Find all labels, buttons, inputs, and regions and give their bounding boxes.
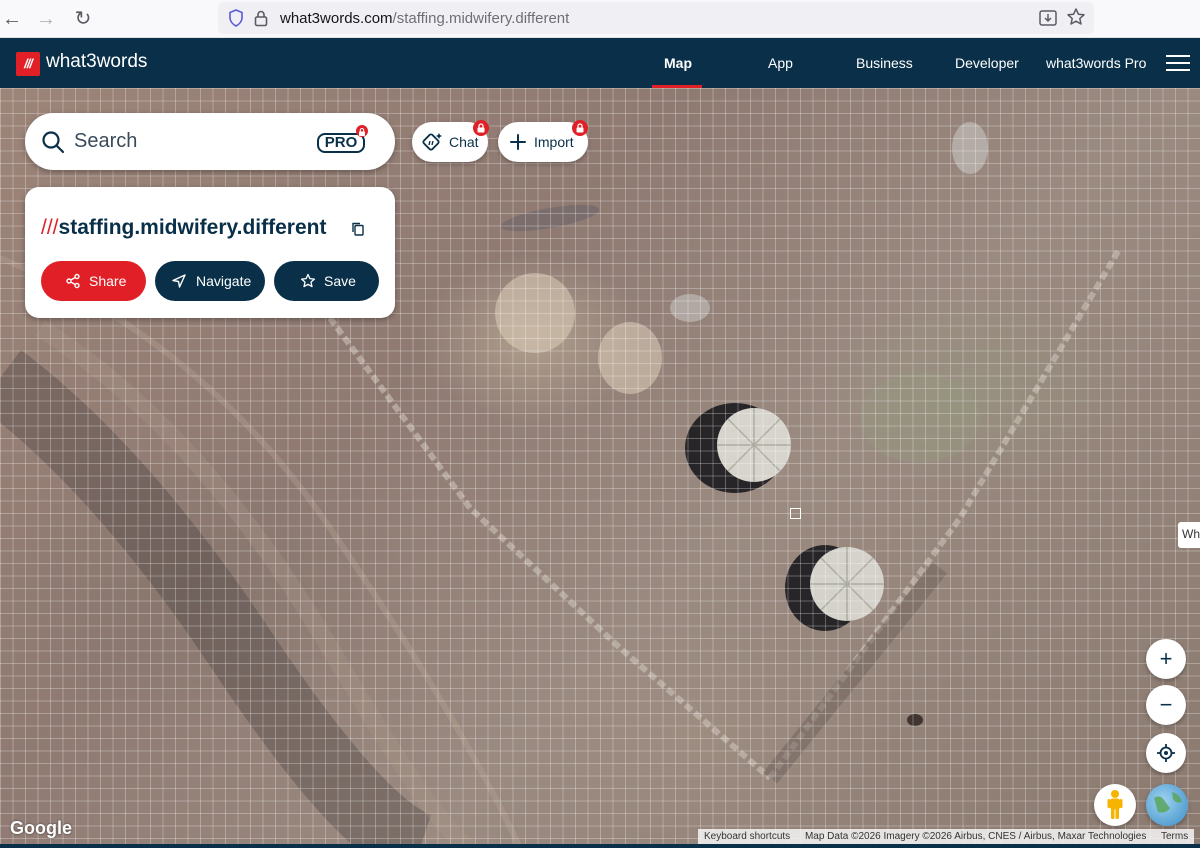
address-card: ///staffing.midwifery.different Share Na… <box>25 187 395 318</box>
chat-label: Chat <box>449 134 479 150</box>
search-bar[interactable]: Search PRO <box>25 113 395 170</box>
nav-app[interactable]: App <box>768 55 793 71</box>
url-path: /staffing.midwifery.different <box>392 10 570 27</box>
crosshair-icon <box>1157 744 1175 762</box>
forward-arrow-icon[interactable]: → <box>34 7 58 31</box>
hamburger-menu-icon[interactable] <box>1166 55 1190 71</box>
url-domain: what3words.com <box>280 10 393 27</box>
address-bar[interactable]: what3words.com/staffing.midwifery.differ… <box>218 2 1094 34</box>
map-attribution: Keyboard shortcuts Map Data ©2026 Imager… <box>698 829 1195 844</box>
save-label: Save <box>324 273 356 289</box>
zoom-in-button[interactable]: + <box>1146 639 1186 679</box>
my-location-button[interactable] <box>1146 733 1186 773</box>
import-lock-icon <box>572 120 588 136</box>
shield-icon[interactable] <box>228 9 244 27</box>
bottom-strip <box>0 844 1200 848</box>
nav-business[interactable]: Business <box>856 55 913 71</box>
pro-lock-icon <box>356 125 368 137</box>
globe-view-icon[interactable] <box>1146 784 1188 826</box>
plus-icon <box>510 134 526 150</box>
browser-toolbar: ← → ↻ what3words.com/staffing.midwifery.… <box>0 0 1200 38</box>
bookmark-star-icon[interactable] <box>1066 7 1086 27</box>
search-input[interactable]: Search <box>74 130 137 153</box>
selected-square <box>790 508 801 519</box>
logo-mark[interactable]: /// <box>16 52 40 76</box>
ai-chat-icon <box>422 133 442 151</box>
zoom-out-button[interactable]: − <box>1146 685 1186 725</box>
street-view-pegman-icon[interactable] <box>1094 784 1136 826</box>
share-label: Share <box>89 273 127 289</box>
star-icon <box>300 273 316 288</box>
keyboard-shortcuts-link[interactable]: Keyboard shortcuts <box>704 831 790 842</box>
reload-icon[interactable]: ↻ <box>71 7 95 31</box>
import-button[interactable]: Import <box>498 120 588 162</box>
nav-what3words-pro[interactable]: what3words Pro <box>1046 55 1146 71</box>
address-words: staffing.midwifery.different <box>58 216 327 239</box>
terms-link[interactable]: Terms <box>1161 831 1188 842</box>
search-icon <box>42 131 65 154</box>
url-text[interactable]: what3words.com/staffing.midwifery.differ… <box>280 10 569 27</box>
nav-map[interactable]: Map <box>664 55 692 71</box>
share-button[interactable]: Share <box>41 261 146 301</box>
side-panel-tab[interactable]: Wh <box>1178 522 1200 548</box>
logo-text[interactable]: what3words <box>46 51 147 73</box>
navigate-arrow-icon <box>172 274 186 288</box>
lock-icon[interactable] <box>254 9 268 27</box>
google-logo: Google <box>10 818 72 838</box>
navigate-label: Navigate <box>196 273 252 289</box>
back-arrow-icon[interactable]: ← <box>0 7 24 31</box>
save-button[interactable]: Save <box>274 261 379 301</box>
chat-button[interactable]: Chat <box>412 120 489 162</box>
import-label: Import <box>534 134 574 150</box>
nav-developer[interactable]: Developer <box>955 55 1019 71</box>
share-icon <box>66 273 80 289</box>
map-data-credit: Map Data ©2026 Imagery ©2026 Airbus, CNE… <box>804 831 1147 842</box>
navigate-button[interactable]: Navigate <box>155 261 265 301</box>
copy-icon[interactable] <box>350 221 366 237</box>
site-header: /// what3words Map App Business Develope… <box>0 38 1200 88</box>
three-word-address: ///staffing.midwifery.different <box>41 216 326 240</box>
download-icon[interactable] <box>1038 8 1058 28</box>
address-slashes: /// <box>41 216 59 239</box>
chat-lock-icon <box>473 120 489 136</box>
